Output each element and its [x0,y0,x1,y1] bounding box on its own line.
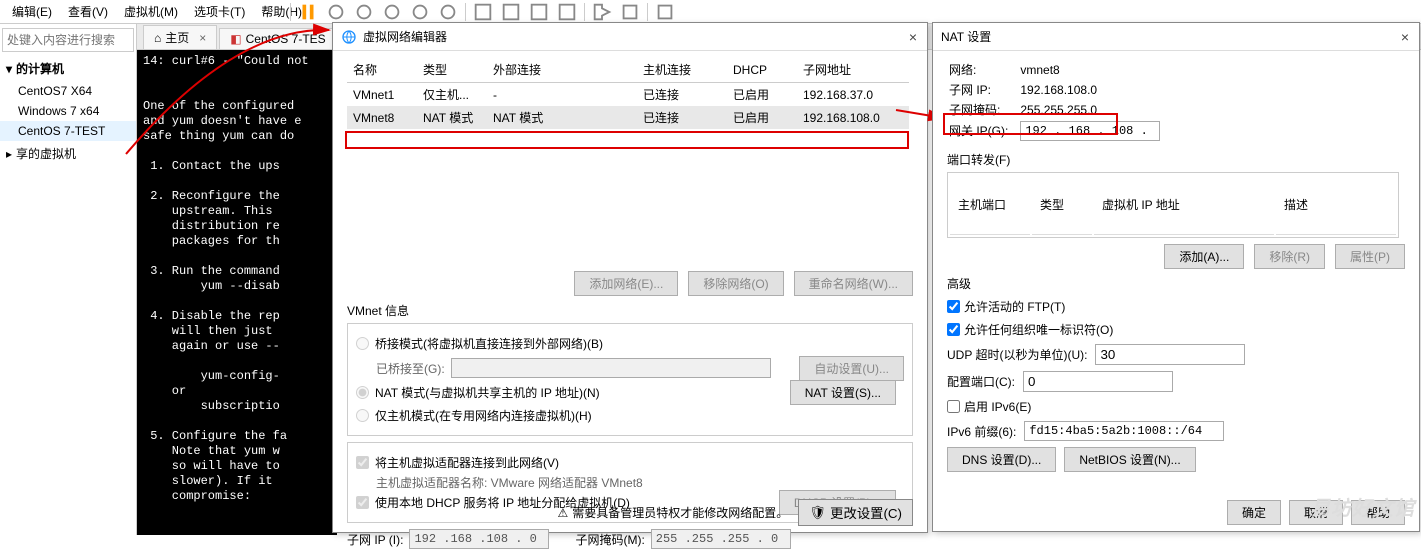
ok-button[interactable]: 确定 [1227,500,1281,525]
virtual-network-editor-dialog: 虚拟网络编辑器 × 名称 类型 外部连接 主机连接 DHCP 子网地址 VMne… [332,22,928,533]
nat-settings-button[interactable]: NAT 设置(S)... [790,380,896,405]
ipv6-prefix-label: IPv6 前缀(6): [947,423,1016,440]
pf-props-button: 属性(P) [1335,244,1405,269]
udp-timeout-input[interactable] [1095,344,1245,365]
menu-view[interactable]: 查看(V) [60,1,116,22]
layout-icon[interactable] [528,1,550,23]
nat-radio [356,386,369,399]
pf-remove-button: 移除(R) [1254,244,1325,269]
change-settings-button[interactable]: 🛡更改设置(C) [798,499,913,526]
vmnet-info-label: VMnet 信息 [347,302,913,319]
shield-icon: 🛡 [809,505,826,521]
subnet-ip-label: 子网 IP (I): [347,531,403,548]
toolbar [290,0,676,24]
tool-icon[interactable] [381,1,403,23]
admin-warning: ⚠需要具备管理员特权才能修改网络配置。 [557,504,788,521]
vmnet-table[interactable]: 名称 类型 外部连接 主机连接 DHCP 子网地址 VMnet1仅主机...-已… [347,57,909,129]
close-icon[interactable]: × [199,31,206,45]
tab-vm[interactable]: ◧CentOS 7-TES [219,28,336,49]
col-dhcp[interactable]: DHCP [727,57,797,83]
table-row-selected[interactable]: VMnet8NAT 模式NAT 模式已连接已启用192.168.108.0 [347,106,909,129]
sidebar: ▾的计算机 CentOS7 X64 Windows 7 x64 CentOS 7… [0,24,137,535]
ftp-checkbox[interactable] [947,300,960,313]
layout-icon[interactable] [556,1,578,23]
ipv6-prefix-input[interactable] [1024,421,1224,441]
netbios-settings-button[interactable]: NetBIOS 设置(N)... [1064,447,1195,472]
table-row[interactable]: VMnet1仅主机...-已连接已启用192.168.37.0 [347,83,909,107]
dialog-titlebar: 虚拟网络编辑器 × [333,23,927,51]
config-port-input[interactable] [1023,371,1173,392]
subnet-mask-label: 子网掩码(M): [575,531,644,548]
close-icon[interactable]: × [1401,29,1409,45]
tree-heading[interactable]: ▾的计算机 [0,56,136,81]
layout-icon[interactable] [500,1,522,23]
dialog-title: 虚拟网络编辑器 [363,28,447,45]
tool-icon[interactable] [353,1,375,23]
dialog-title: NAT 设置 [941,28,991,45]
bridge-select [451,358,771,378]
connect-adapter-checkbox [356,456,369,469]
rename-network-button: 重命名网络(W)... [794,271,913,296]
nat-settings-dialog: NAT 设置 × 网络:vmnet8 子网 IP:192.168.108.0 子… [932,22,1420,532]
layout-icon[interactable] [472,1,494,23]
col-host[interactable]: 主机连接 [637,57,727,83]
tool-icon[interactable] [619,1,641,23]
col-name[interactable]: 名称 [347,57,417,83]
enter-icon[interactable] [591,1,613,23]
advanced-label: 高级 [947,275,1405,292]
bridge-radio [356,337,369,350]
vm-item[interactable]: CentOS7 X64 [0,81,136,101]
home-icon: ⌂ [154,31,161,45]
globe-icon [341,29,357,45]
tool-icon[interactable] [325,1,347,23]
remove-network-button: 移除网络(O) [688,271,783,296]
warning-icon: ⚠ [557,506,568,520]
tab-home[interactable]: ⌂主页× [143,25,217,49]
pf-add-button[interactable]: 添加(A)... [1164,244,1244,269]
terminal[interactable]: 14: curl#6 - "Could not One of the confi… [137,50,337,535]
search-input[interactable] [2,28,134,52]
add-network-button: 添加网络(E)... [574,271,678,296]
tool-icon[interactable] [654,1,676,23]
menu-vm[interactable]: 虚拟机(M) [116,1,186,22]
menu-edit[interactable]: 编辑(E) [4,1,60,22]
dns-settings-button[interactable]: DNS 设置(D)... [947,447,1056,472]
hostonly-radio [356,409,369,422]
col-subnet[interactable]: 子网地址 [797,57,909,83]
tool-icon[interactable] [437,1,459,23]
port-forward-table[interactable]: 主机端口 类型 虚拟机 IP 地址 描述 [947,172,1399,238]
subnet-ip-input [409,529,549,549]
vm-item-selected[interactable]: CentOS 7-TEST [0,121,136,141]
vm-icon: ◧ [230,32,241,46]
menu-tabs[interactable]: 选项卡(T) [186,1,253,22]
udp-timeout-label: UDP 超时(以秒为单位)(U): [947,346,1087,363]
close-icon[interactable]: × [909,29,917,45]
vm-item[interactable]: Windows 7 x64 [0,101,136,121]
ipv6-checkbox[interactable] [947,400,960,413]
adapter-name-label: 主机虚拟适配器名称: VMware 网络适配器 VMnet8 [376,474,904,491]
port-forward-label: 端口转发(F) [947,151,1010,168]
dhcp-checkbox [356,496,369,509]
dialog-titlebar: NAT 设置 × [933,23,1419,51]
menubar: 编辑(E) 查看(V) 虚拟机(M) 选项卡(T) 帮助(H) [0,0,1421,24]
subnet-mask-input [651,529,791,549]
org-checkbox[interactable] [947,323,960,336]
config-port-label: 配置端口(C): [947,373,1015,390]
tool-icon[interactable] [409,1,431,23]
auto-set-button: 自动设置(U)... [799,356,904,381]
annotation-rectangle [943,113,1118,135]
col-type[interactable]: 类型 [417,57,487,83]
tree-heading[interactable]: ▸享的虚拟机 [0,141,136,166]
watermark: 易坊好文馆 [1310,492,1415,521]
pause-icon[interactable] [297,1,319,23]
col-ext[interactable]: 外部连接 [487,57,637,83]
